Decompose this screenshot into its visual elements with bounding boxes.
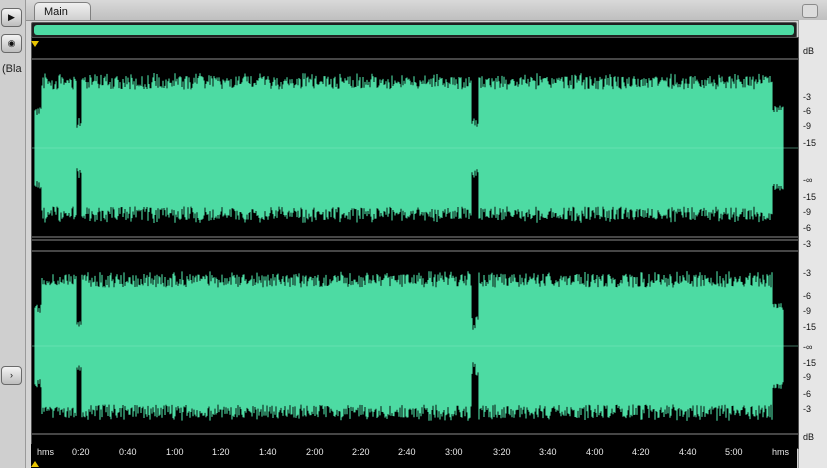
tab-bar: Main bbox=[26, 0, 827, 21]
db-scale-label: -6 bbox=[803, 291, 812, 301]
time-tick-label: 3:40 bbox=[539, 447, 557, 457]
db-scale-label: -∞ bbox=[803, 342, 813, 352]
time-tick-label: 4:00 bbox=[586, 447, 604, 457]
time-tick-label: hms bbox=[37, 447, 55, 457]
time-tick-label: 1:20 bbox=[212, 447, 230, 457]
eye-icon[interactable]: ◉ bbox=[1, 34, 22, 53]
time-tick-label: 1:00 bbox=[166, 447, 184, 457]
db-scale-label: -3 bbox=[803, 239, 812, 249]
time-tick-label: 3:20 bbox=[493, 447, 511, 457]
db-scale-label: -6 bbox=[803, 389, 812, 399]
play-icon[interactable]: ▶ bbox=[1, 8, 22, 27]
db-scale-label: -9 bbox=[803, 121, 812, 131]
time-tick-label: 5:00 bbox=[725, 447, 743, 457]
time-tick-label: 2:00 bbox=[306, 447, 324, 457]
tab-main[interactable]: Main bbox=[34, 2, 91, 20]
db-scale-label: -6 bbox=[803, 106, 812, 116]
db-scale-label: -3 bbox=[803, 404, 812, 414]
expand-arrow-icon[interactable]: › bbox=[1, 366, 22, 385]
time-tick-label: 3:00 bbox=[445, 447, 463, 457]
time-tick-label: 2:20 bbox=[352, 447, 370, 457]
db-scale-label: -15 bbox=[803, 192, 817, 202]
playhead-marker-icon[interactable] bbox=[31, 41, 41, 49]
db-scale-label: -6 bbox=[803, 223, 812, 233]
db-scale-label: -∞ bbox=[803, 175, 813, 185]
waveform-display[interactable] bbox=[31, 37, 799, 449]
channel-left-waveform bbox=[32, 73, 798, 223]
db-scale-label: -3 bbox=[803, 92, 812, 102]
db-scale-label: dB bbox=[803, 432, 815, 442]
db-scale-label: -15 bbox=[803, 322, 817, 332]
waveform-canvas[interactable] bbox=[32, 38, 798, 448]
channel-right-waveform bbox=[32, 271, 798, 421]
time-tick-label: 4:20 bbox=[632, 447, 650, 457]
time-tick-label: 0:20 bbox=[72, 447, 90, 457]
db-scale-label: -9 bbox=[803, 306, 812, 316]
overview-range[interactable] bbox=[34, 25, 794, 35]
overview-bar[interactable] bbox=[31, 22, 797, 38]
file-label: (Bla bbox=[2, 63, 22, 75]
db-scale-label: dB bbox=[803, 46, 815, 56]
db-scale-label: -15 bbox=[803, 358, 817, 368]
time-tick-label: hms bbox=[772, 447, 790, 457]
time-tick-label: 0:40 bbox=[119, 447, 137, 457]
db-scale-label: -15 bbox=[803, 138, 817, 148]
db-scale-label: -9 bbox=[803, 372, 812, 382]
channel-separator bbox=[32, 241, 798, 250]
window-control[interactable] bbox=[802, 4, 818, 18]
time-tick-label: 2:40 bbox=[398, 447, 416, 457]
left-panel: ▶ ◉ (Bla › bbox=[0, 0, 26, 468]
time-tick-label: 1:40 bbox=[259, 447, 277, 457]
db-scale-label: -3 bbox=[803, 268, 812, 278]
time-tick-label: 4:40 bbox=[679, 447, 697, 457]
playhead-marker-icon[interactable] bbox=[31, 460, 41, 468]
db-scale-label: -9 bbox=[803, 207, 812, 217]
